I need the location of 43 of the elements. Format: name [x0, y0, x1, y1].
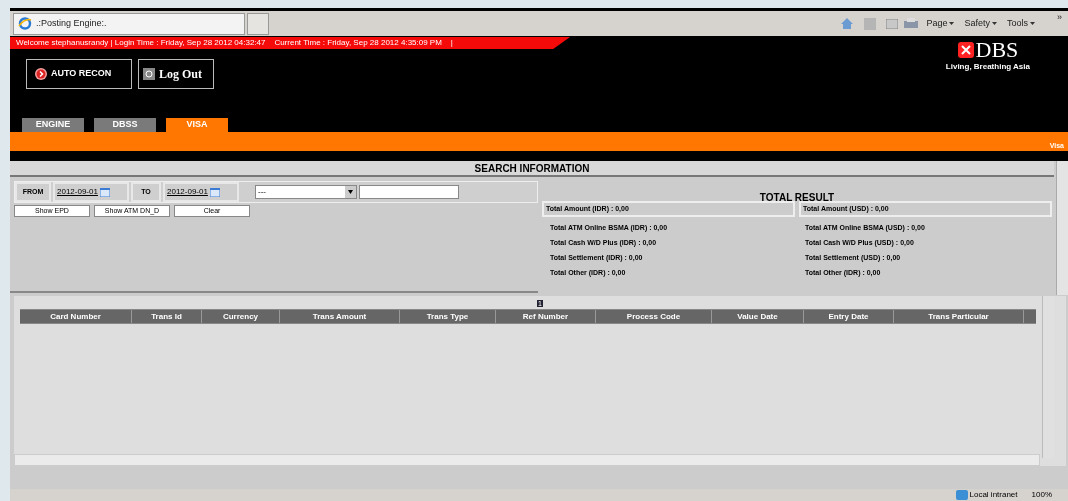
tagline: Living, Breathing Asia — [945, 61, 1030, 73]
caret-icon — [949, 22, 955, 25]
column-header[interactable]: Ref Number — [496, 310, 596, 323]
tab[interactable]: DBSS — [94, 118, 156, 132]
column-header[interactable]: Currency — [202, 310, 280, 323]
arrow-icon — [35, 68, 47, 80]
toolbar-menu[interactable]: Tools — [1006, 16, 1035, 31]
chevron-icon[interactable]: » — [1057, 11, 1062, 25]
column-header[interactable]: Value Date — [712, 310, 804, 323]
logo-text: DBS — [975, 39, 1019, 61]
browser-tab[interactable]: .:Posting Engine:. — [13, 12, 245, 35]
dropdown[interactable]: --- — [255, 185, 357, 199]
print-icon[interactable] — [904, 17, 919, 30]
logo-icon — [957, 42, 974, 58]
column-header[interactable]: Card Number — [20, 310, 132, 323]
total-result-title: TOTAL RESULT — [759, 192, 835, 203]
from-date-field[interactable]: 2012-09-01 — [53, 182, 129, 202]
column-header[interactable]: Entry Date — [804, 310, 894, 323]
zoom-level[interactable]: 100% — [1031, 489, 1052, 501]
toolbar-menu[interactable]: Safety — [964, 16, 997, 31]
caret-icon — [991, 22, 997, 25]
new-tab-button[interactable] — [247, 12, 269, 35]
column-header[interactable]: Process Code — [596, 310, 712, 323]
search-field[interactable] — [359, 185, 459, 199]
browser-logo-icon — [18, 17, 32, 30]
toolbar-menu[interactable]: Page — [926, 16, 955, 31]
column-header[interactable]: Trans Type — [400, 310, 496, 323]
tab-title: .:Posting Engine:. — [36, 16, 107, 30]
zone-text: Local intranet — [969, 489, 1018, 501]
home-icon[interactable] — [840, 17, 855, 30]
log-out-button[interactable]: Log Out — [138, 59, 214, 89]
to-date-field[interactable]: 2012-09-01 — [163, 182, 239, 202]
power-icon — [143, 68, 155, 80]
welcome-text: Welcome stephanusrandy | Login Time : Friday, Sep 28 2012 04:32:47 Current Time : Friday, Sep 28 2012 4:35:09 PM | — [15, 38, 453, 48]
column-header[interactable]: Trans Particular — [894, 310, 1024, 323]
column-header[interactable]: Trans Amount — [280, 310, 400, 323]
search-title-bar: SEARCH INFORMATION — [10, 161, 1054, 177]
calendar-icon[interactable] — [209, 187, 220, 197]
caret-icon — [1030, 22, 1035, 25]
auto-recon-button[interactable]: AUTO RECON — [26, 59, 132, 89]
column-header[interactable]: Trans Id — [132, 310, 202, 323]
calendar-icon[interactable] — [99, 187, 110, 197]
tab[interactable]: ENGINE — [22, 118, 84, 132]
